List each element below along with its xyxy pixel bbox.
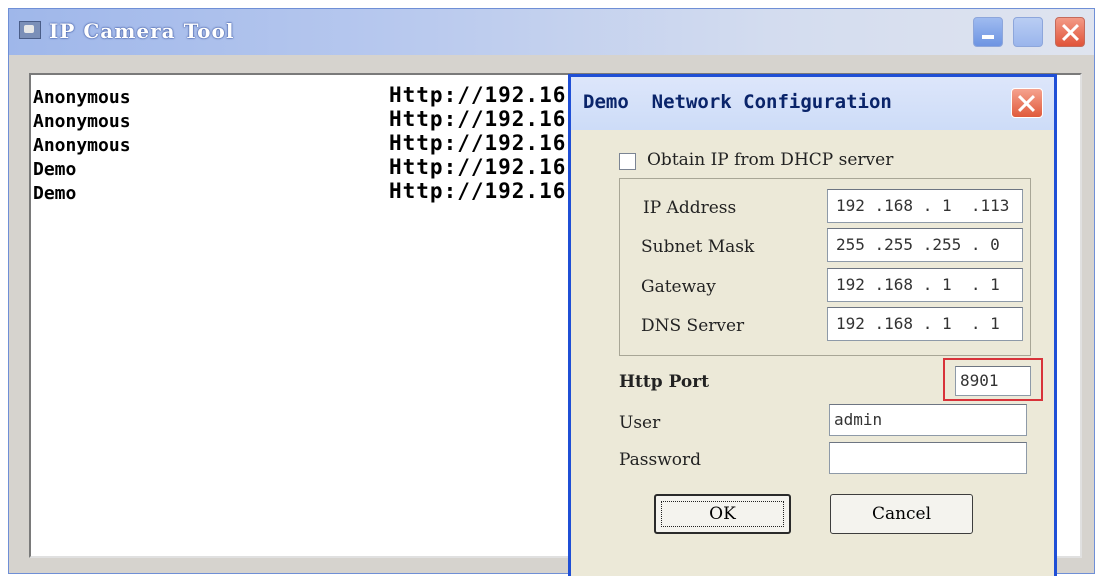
- password-field[interactable]: [829, 442, 1027, 474]
- dns-server-field[interactable]: 192 .168 . 1 . 1: [827, 307, 1023, 341]
- gateway-field[interactable]: 192 .168 . 1 . 1: [827, 268, 1023, 302]
- ok-button[interactable]: OK: [654, 494, 791, 534]
- dialog-title: Demo Network Configuration: [583, 91, 892, 113]
- main-titlebar[interactable]: IP Camera Tool: [9, 9, 1094, 55]
- network-config-dialog: Demo Network Configuration Obtain IP fro…: [568, 74, 1057, 576]
- device-url: Http://192.16: [389, 107, 567, 131]
- device-name: Anonymous: [33, 135, 131, 156]
- dhcp-label: Obtain IP from DHCP server: [647, 150, 894, 170]
- device-name: Anonymous: [33, 87, 131, 108]
- minimize-button[interactable]: [973, 17, 1003, 47]
- password-label: Password: [619, 450, 702, 470]
- dialog-titlebar[interactable]: Demo Network Configuration: [568, 74, 1057, 130]
- subnet-mask-label: Subnet Mask: [641, 237, 755, 257]
- user-field[interactable]: admin: [829, 404, 1027, 436]
- focus-rectangle: [661, 501, 784, 527]
- window-title: IP Camera Tool: [49, 19, 235, 43]
- user-label: User: [619, 413, 661, 433]
- cancel-button[interactable]: Cancel: [830, 494, 973, 534]
- device-name: Anonymous: [33, 111, 131, 132]
- device-url: Http://192.16: [389, 155, 567, 179]
- device-url: Http://192.16: [389, 83, 567, 107]
- http-port-highlight: [943, 358, 1043, 401]
- ip-address-field[interactable]: 192 .168 . 1 .113: [827, 189, 1023, 223]
- ip-address-label: IP Address: [643, 198, 737, 218]
- device-name: Demo: [33, 159, 77, 180]
- maximize-button[interactable]: [1013, 17, 1043, 47]
- device-url: Http://192.16: [389, 131, 567, 155]
- close-button[interactable]: [1055, 17, 1085, 47]
- gateway-label: Gateway: [641, 277, 716, 297]
- device-name: Demo: [33, 183, 77, 204]
- dhcp-checkbox[interactable]: [619, 153, 636, 170]
- cancel-button-label: Cancel: [871, 504, 932, 524]
- dialog-close-button[interactable]: [1011, 88, 1043, 118]
- http-port-label: Http Port: [619, 372, 710, 392]
- device-url: Http://192.16: [389, 179, 567, 203]
- dns-server-label: DNS Server: [641, 316, 745, 336]
- app-icon: [19, 21, 41, 39]
- subnet-mask-field[interactable]: 255 .255 .255 . 0: [827, 228, 1023, 262]
